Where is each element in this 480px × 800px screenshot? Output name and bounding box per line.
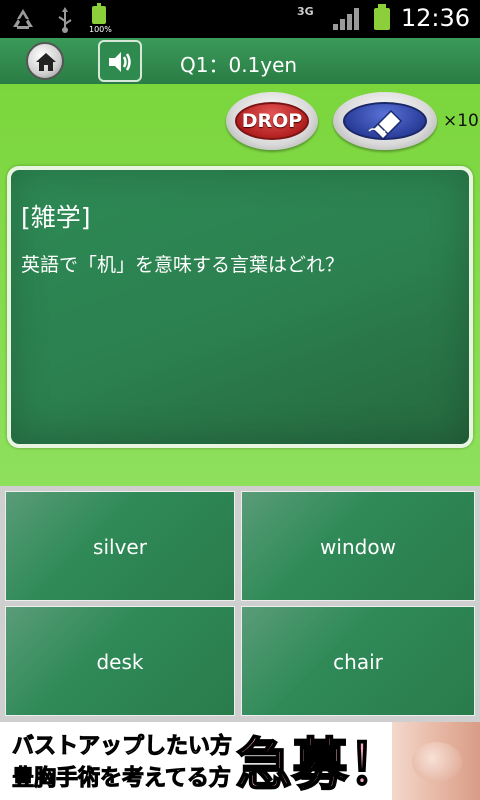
ad-headline: 急募！: [235, 732, 405, 799]
home-icon: [36, 53, 56, 71]
eraser-button[interactable]: [333, 92, 437, 150]
status-bar: 100% 3G 12:36: [0, 0, 480, 38]
ad-text-line1: バストアップしたい方: [11, 734, 233, 760]
clock: 12:36: [400, 4, 470, 32]
usb-icon: [58, 7, 72, 33]
eraser-count: ×10: [443, 111, 479, 131]
signal-icon: [333, 8, 359, 30]
ad-text-line2: 豊胸手術を考えてる方: [12, 766, 232, 792]
eraser-icon: [368, 109, 403, 139]
ad-banner[interactable]: バストアップしたい方 豊胸手術を考えてる方 急募！: [0, 722, 480, 800]
drop-button[interactable]: DROP: [226, 92, 318, 150]
question-text: 英語で「机」を意味する言葉はどれ？: [21, 254, 345, 276]
recycle-icon: [13, 9, 33, 29]
network-type: 3G: [297, 5, 314, 18]
battery-icon: [374, 4, 390, 30]
sound-button[interactable]: [98, 40, 142, 82]
answer-button-2[interactable]: window: [241, 491, 475, 601]
question-number-prize: Q1：0.1yen: [180, 53, 298, 77]
home-button[interactable]: [26, 42, 64, 80]
question-category: [雑学]: [21, 203, 91, 232]
battery-charge-icon: [92, 3, 106, 24]
answer-grid: silver window desk chair: [0, 486, 480, 722]
answer-button-4[interactable]: chair: [241, 606, 475, 716]
ad-image: [392, 722, 480, 800]
drop-label: DROP: [235, 102, 309, 140]
answer-button-1[interactable]: silver: [5, 491, 235, 601]
app-header: Q1：0.1yen: [0, 38, 480, 84]
battery-percent: 100%: [89, 25, 112, 34]
question-board: [雑学] 英語で「机」を意味する言葉はどれ？: [7, 166, 473, 448]
answer-button-3[interactable]: desk: [5, 606, 235, 716]
speaker-icon: [109, 52, 131, 72]
